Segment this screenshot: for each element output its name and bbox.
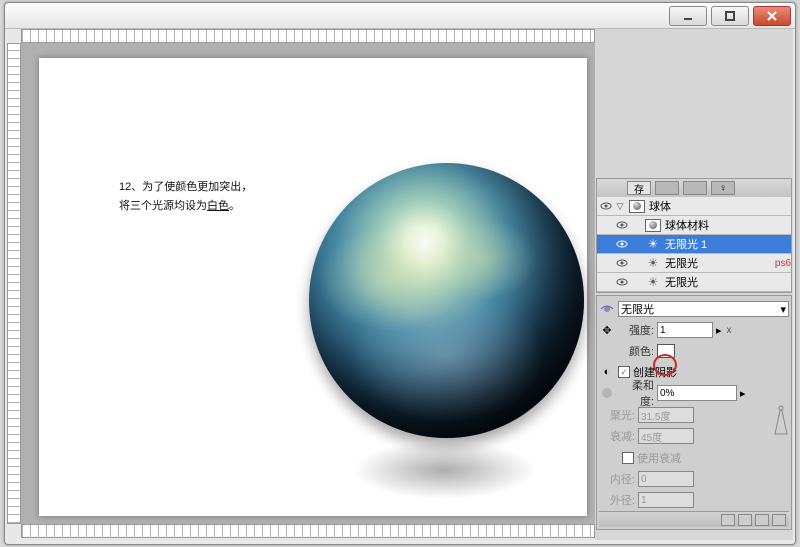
layer-label: 球体 bbox=[649, 198, 791, 214]
light-type-select[interactable]: 无限光▾ bbox=[618, 301, 789, 317]
layer-label: 球体材料 bbox=[665, 217, 791, 233]
layers-panel: 存 ♀ ▽ 球体 球体材料 ☀ 无限光 1 bbox=[596, 178, 792, 293]
visibility-icon[interactable] bbox=[615, 256, 629, 270]
ruler-horizontal-top bbox=[21, 29, 595, 43]
app-window: 12、为了使颜色更加突出， 将三个光源均设为白色。 存 ♀ ▽ 球体 bbox=[4, 2, 796, 545]
chevron-right-icon[interactable]: ▸ bbox=[716, 324, 722, 337]
layer-item[interactable]: 球体材料 bbox=[597, 216, 791, 235]
light-icon: ☀ bbox=[645, 276, 661, 289]
layer-thumb-icon bbox=[645, 219, 661, 232]
annotation-line2: 将三个光源均设为白色。 bbox=[119, 197, 359, 216]
spotlight-input bbox=[638, 407, 694, 423]
trash-icon[interactable] bbox=[772, 514, 786, 526]
move-icon: ✥ bbox=[599, 322, 615, 338]
layer-item[interactable]: ☀ 无限光 ps6 bbox=[597, 254, 791, 273]
visibility-icon[interactable] bbox=[615, 275, 629, 289]
footer-icon[interactable] bbox=[721, 514, 735, 526]
visibility-icon[interactable] bbox=[599, 199, 613, 213]
panel-tab-2[interactable] bbox=[655, 181, 679, 195]
outer-input bbox=[638, 492, 694, 508]
layer-label: 无限光 bbox=[665, 255, 777, 271]
chevron-down-icon: ▾ bbox=[780, 303, 786, 316]
footer-icon[interactable] bbox=[738, 514, 752, 526]
light-icon: ☀ bbox=[645, 257, 661, 270]
color-label: 颜色: bbox=[618, 343, 654, 359]
layers-panel-tabs: 存 ♀ bbox=[597, 179, 791, 197]
earth-sphere[interactable] bbox=[309, 163, 584, 438]
spotlight-label: 聚光: bbox=[599, 407, 635, 423]
panel-footer bbox=[599, 511, 789, 527]
titlebar bbox=[5, 3, 795, 29]
expand-icon[interactable]: ▽ bbox=[615, 201, 625, 212]
inner-label: 内径: bbox=[599, 471, 635, 487]
falloff-label: 衰减: bbox=[599, 428, 635, 444]
shadow-icon: ◐ bbox=[599, 364, 615, 380]
light-type-icon bbox=[599, 301, 615, 317]
layer-thumb-icon bbox=[629, 200, 645, 213]
softness-icon bbox=[599, 385, 615, 401]
annotation-line1: 12、为了使颜色更加突出， bbox=[119, 178, 359, 197]
scribble: ps6 bbox=[775, 258, 791, 269]
close-button[interactable] bbox=[753, 6, 791, 26]
attenuation-checkbox bbox=[622, 452, 634, 464]
color-swatch[interactable] bbox=[657, 344, 675, 358]
x-label: x bbox=[727, 325, 732, 336]
canvas-area[interactable]: 12、为了使颜色更加突出， 将三个光源均设为白色。 bbox=[21, 43, 595, 524]
footer-icon[interactable] bbox=[755, 514, 769, 526]
outer-label: 外径: bbox=[599, 492, 635, 508]
light-cone-icon bbox=[773, 404, 789, 438]
layer-item[interactable]: ☀ 无限光 bbox=[597, 273, 791, 292]
panel-tab-locate[interactable]: ♀ bbox=[711, 181, 735, 195]
properties-panel: 无限光▾ ✥ 强度: ▸ x 颜色: ◐ ✓ 创建阴影 bbox=[596, 295, 792, 530]
layer-root[interactable]: ▽ 球体 bbox=[597, 197, 791, 216]
softness-input[interactable] bbox=[657, 385, 737, 401]
panel-tab-3[interactable] bbox=[683, 181, 707, 195]
minimize-button[interactable] bbox=[669, 6, 707, 26]
light-icon: ☀ bbox=[645, 238, 661, 251]
chevron-right-icon[interactable]: ▸ bbox=[740, 387, 746, 400]
earth-shadow bbox=[349, 440, 539, 500]
intensity-input[interactable] bbox=[657, 322, 713, 338]
visibility-icon[interactable] bbox=[615, 218, 629, 232]
ruler-vertical bbox=[7, 43, 21, 524]
attenuation-label: 使用衰减 bbox=[637, 450, 681, 466]
ruler-horizontal-bottom bbox=[21, 524, 595, 538]
intensity-label: 强度: bbox=[618, 322, 654, 338]
right-panels: 存 ♀ ▽ 球体 球体材料 ☀ 无限光 1 bbox=[595, 29, 793, 540]
inner-input bbox=[638, 471, 694, 487]
maximize-button[interactable] bbox=[711, 6, 749, 26]
annotation-text: 12、为了使颜色更加突出， 将三个光源均设为白色。 bbox=[119, 178, 359, 215]
visibility-icon[interactable] bbox=[615, 237, 629, 251]
layer-label: 无限光 1 bbox=[665, 236, 791, 252]
panel-tab-1[interactable]: 存 bbox=[627, 181, 651, 195]
layer-item-selected[interactable]: ☀ 无限光 1 bbox=[597, 235, 791, 254]
layer-label: 无限光 bbox=[665, 274, 791, 290]
artboard: 12、为了使颜色更加突出， 将三个光源均设为白色。 bbox=[39, 58, 587, 516]
falloff-input bbox=[638, 428, 694, 444]
